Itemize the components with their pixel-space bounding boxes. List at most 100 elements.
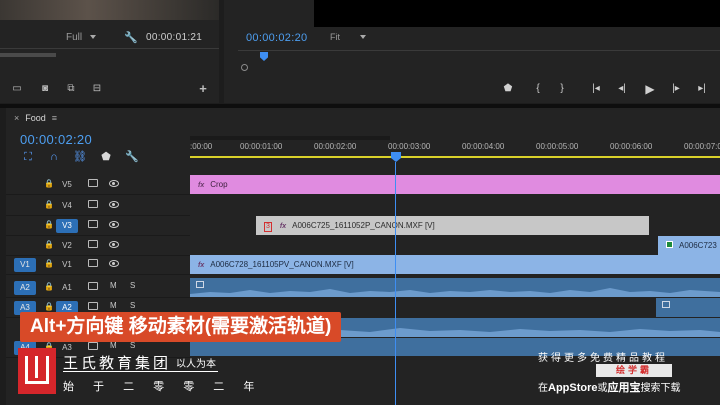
lock-icon[interactable]: 🔒 bbox=[44, 302, 54, 311]
source-timecode[interactable]: 00:00:01:21 bbox=[146, 32, 202, 43]
source-monitor: Full 🔧 00:00:01:21 ▭ ◙ ⧉ ⊟ + bbox=[0, 0, 219, 103]
insert-icon[interactable]: ⧉ bbox=[64, 83, 78, 95]
tab-sequence-food[interactable]: × Food ≡ bbox=[14, 113, 57, 123]
timeline-playhead[interactable] bbox=[391, 152, 401, 162]
sync-lock-icon[interactable] bbox=[88, 282, 98, 290]
mute-button[interactable]: M bbox=[110, 341, 117, 350]
track-name[interactable]: V4 bbox=[56, 199, 78, 213]
timeline-ruler[interactable]: :00:00 00:00:01:00 00:00:02:00 00:00:03:… bbox=[190, 136, 720, 158]
track-name[interactable]: A1 bbox=[56, 281, 78, 295]
export-frame-icon[interactable]: ▭ bbox=[10, 83, 24, 95]
track-name[interactable]: V3 bbox=[56, 219, 78, 233]
lock-icon[interactable]: 🔒 bbox=[44, 282, 54, 291]
eye-icon[interactable] bbox=[109, 241, 119, 248]
step-back-icon[interactable]: ◂| bbox=[614, 82, 630, 96]
tutorial-caption: Alt+方向键 移动素材(需要激活轨道) bbox=[20, 312, 342, 342]
source-ruler[interactable] bbox=[0, 48, 219, 62]
clip-v3[interactable]: 3 fx A006C725_1611052P_CANON.MXF [V] bbox=[256, 216, 649, 235]
ruler-label: 00:00:01:00 bbox=[240, 142, 283, 151]
audio-clip-a2-tail[interactable] bbox=[656, 298, 720, 317]
track-header-v2[interactable]: 🔒 V2 bbox=[6, 236, 190, 256]
sync-lock-icon[interactable] bbox=[88, 240, 98, 248]
snap-magnet-icon[interactable]: ∩ bbox=[46, 150, 62, 164]
program-video-frame bbox=[314, 0, 720, 27]
step-forward-icon[interactable]: |▸ bbox=[668, 82, 684, 96]
mark-out-icon[interactable]: } bbox=[554, 82, 570, 96]
lock-icon[interactable]: 🔒 bbox=[44, 179, 54, 188]
sync-lock-icon[interactable] bbox=[88, 200, 98, 208]
clip-color-marker bbox=[666, 241, 673, 248]
linked-selection-icon[interactable]: ⛓ bbox=[72, 150, 88, 164]
program-ruler[interactable] bbox=[238, 50, 720, 68]
fx-badge: fx bbox=[198, 182, 205, 189]
source-patch-a2[interactable]: A2 bbox=[14, 281, 36, 295]
fx-badge: fx bbox=[198, 262, 205, 269]
lock-icon[interactable]: 🔒 bbox=[44, 220, 54, 229]
ruler-label: 00:00:07:0 bbox=[684, 142, 720, 151]
lock-icon[interactable]: 🔒 bbox=[44, 240, 54, 249]
sync-lock-icon[interactable] bbox=[88, 179, 98, 187]
go-to-out-icon[interactable]: ▸| bbox=[694, 82, 710, 96]
track-header-v1[interactable]: V1 🔒 V1 bbox=[6, 255, 190, 275]
close-icon[interactable]: × bbox=[14, 113, 19, 123]
play-icon[interactable]: ▶ bbox=[642, 82, 658, 96]
program-scroll-handle[interactable] bbox=[241, 64, 248, 71]
sync-lock-icon[interactable] bbox=[88, 259, 98, 267]
track-header-v3[interactable]: 🔒 V3 bbox=[6, 216, 190, 236]
clip-crop-adjustment[interactable]: fx Crop bbox=[190, 175, 720, 194]
org-name: 王氏教育集团 bbox=[63, 355, 172, 372]
go-to-in-icon[interactable]: |◂ bbox=[588, 82, 604, 96]
eye-icon[interactable] bbox=[109, 221, 119, 228]
panel-menu-icon[interactable]: ≡ bbox=[52, 113, 57, 123]
ruler-label: 00:00:02:00 bbox=[314, 142, 357, 151]
timeline-timecode[interactable]: 00:00:02:20 bbox=[20, 132, 92, 147]
promo-text: 搜索下载 bbox=[640, 383, 681, 394]
track-name[interactable]: V2 bbox=[56, 239, 78, 253]
timeline-settings-icon[interactable]: 🔧 bbox=[124, 150, 140, 164]
camera-icon[interactable]: ◙ bbox=[38, 83, 52, 95]
eye-icon[interactable] bbox=[109, 201, 119, 208]
logo-mark-icon bbox=[25, 356, 49, 384]
mark-in-icon[interactable]: { bbox=[530, 82, 546, 96]
clip-v2[interactable]: A006C723 bbox=[658, 236, 720, 255]
sync-lock-icon[interactable] bbox=[88, 342, 98, 350]
clip-v1[interactable]: fx A006C728_161105PV_CANON.MXF [V] bbox=[190, 255, 720, 274]
program-timecode[interactable]: 00:00:02:20 bbox=[246, 32, 307, 44]
overwrite-icon[interactable]: ⊟ bbox=[90, 83, 104, 95]
audio-clip-a1[interactable] bbox=[190, 278, 720, 297]
track-header-a1[interactable]: A2 🔒 A1 M S bbox=[6, 278, 190, 298]
solo-button[interactable]: S bbox=[130, 341, 135, 350]
eye-icon[interactable] bbox=[109, 180, 119, 187]
ruler-label: :00:00 bbox=[190, 142, 213, 151]
track-header-v5[interactable]: 🔒 V5 bbox=[6, 175, 190, 195]
track-name[interactable]: V1 bbox=[56, 258, 78, 272]
sequence-name: Food bbox=[25, 113, 46, 123]
sync-lock-icon[interactable] bbox=[88, 302, 98, 310]
add-marker-icon[interactable]: ⬟ bbox=[98, 150, 114, 164]
promo-text: 或 bbox=[597, 383, 608, 394]
sync-lock-icon[interactable] bbox=[88, 220, 98, 228]
track-name[interactable]: V5 bbox=[56, 178, 78, 192]
add-button-icon[interactable]: + bbox=[196, 82, 210, 95]
source-zoom-select[interactable]: Full bbox=[66, 32, 96, 43]
lock-icon[interactable]: 🔒 bbox=[44, 259, 54, 268]
mute-button[interactable]: M bbox=[110, 301, 117, 310]
promo-yingyongbao: 应用宝 bbox=[607, 382, 641, 394]
clip-label: A006C725_1611052P_CANON.MXF [V] bbox=[292, 221, 435, 230]
solo-button[interactable]: S bbox=[130, 301, 135, 310]
solo-button[interactable]: S bbox=[130, 281, 135, 290]
wrench-icon[interactable]: 🔧 bbox=[124, 31, 138, 44]
lock-icon[interactable]: 🔒 bbox=[44, 200, 54, 209]
marker-icon[interactable]: ⬟ bbox=[500, 82, 516, 96]
ruler-label: 00:00:03:00 bbox=[388, 142, 431, 151]
mute-button[interactable]: M bbox=[110, 281, 117, 290]
nest-icon[interactable]: ⛶ bbox=[20, 150, 36, 164]
playhead-line[interactable] bbox=[395, 162, 396, 405]
track-header-v4[interactable]: 🔒 V4 bbox=[6, 196, 190, 216]
work-area-bar[interactable] bbox=[190, 136, 390, 140]
program-fit-select[interactable]: Fit bbox=[330, 32, 366, 42]
eye-icon[interactable] bbox=[109, 260, 119, 267]
promo-appstore: AppStore bbox=[548, 382, 598, 394]
audio-clip-icon bbox=[662, 301, 670, 308]
source-patch-v1[interactable]: V1 bbox=[14, 258, 36, 272]
